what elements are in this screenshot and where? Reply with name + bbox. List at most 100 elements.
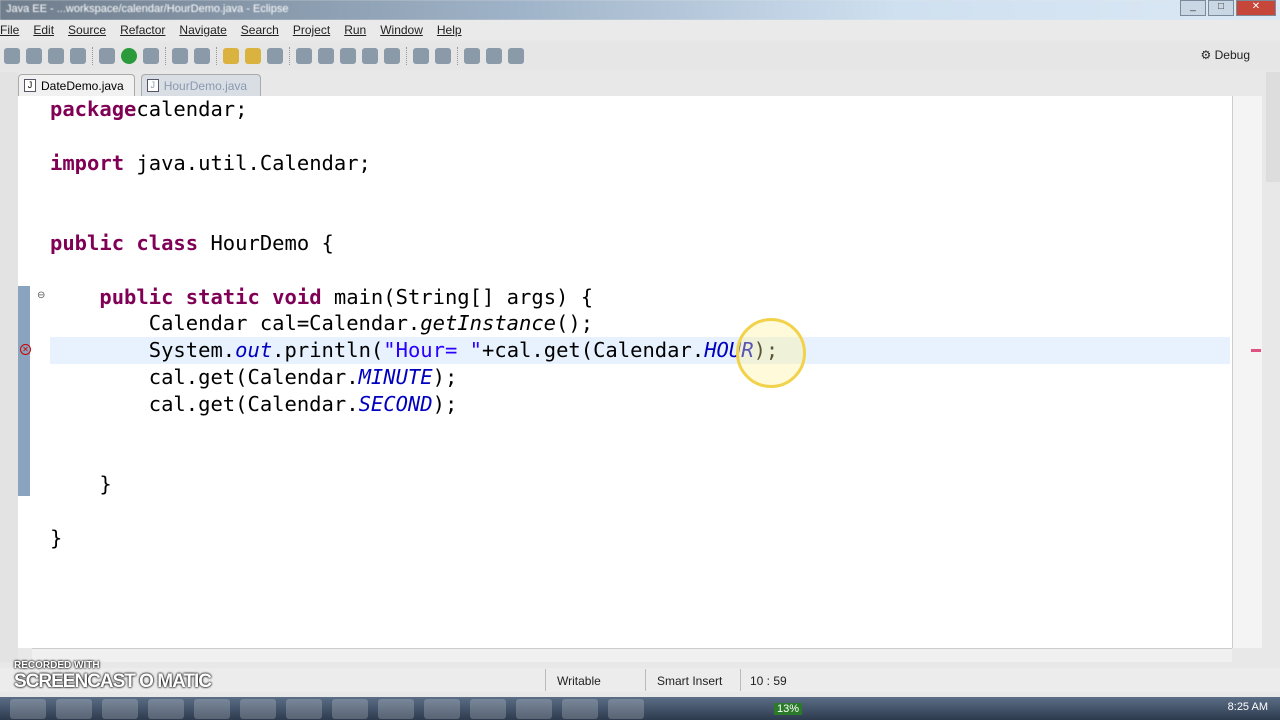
java-file-icon: J — [24, 79, 36, 92]
taskbar-app[interactable] — [286, 698, 322, 719]
code-line[interactable]: public static void main(String[] args) { — [50, 284, 1230, 311]
code-token: } — [50, 525, 63, 550]
next-annotation-icon[interactable] — [464, 48, 480, 64]
print-icon[interactable] — [70, 48, 86, 64]
code-line[interactable] — [50, 123, 1230, 150]
code-token: cal.get(Calendar. — [50, 391, 359, 416]
menu-source[interactable]: Source — [68, 23, 106, 40]
code-line[interactable]: public class HourDemo { — [50, 230, 1230, 257]
show-source-icon[interactable] — [384, 48, 400, 64]
mark-occurrences-icon[interactable] — [318, 48, 334, 64]
taskbar-eclipse[interactable] — [424, 698, 460, 719]
taskbar-acrobat[interactable] — [470, 698, 506, 719]
save-all-icon[interactable] — [48, 48, 64, 64]
debug-icon[interactable] — [99, 48, 115, 64]
screencast-watermark: RECORDED WITH SCREENCAST O MATIC — [14, 660, 212, 693]
code-line[interactable]: cal.get(Calendar.MINUTE); — [50, 364, 1230, 391]
menu-file[interactable]: File — [0, 23, 19, 40]
code-line[interactable]: Calendar cal=Calendar.getInstance(); — [50, 310, 1230, 337]
code-token: package — [50, 97, 137, 121]
code-token: public static void — [99, 284, 322, 309]
code-line[interactable]: System.out.println("Hour= "+cal.get(Cale… — [50, 337, 1230, 364]
tab-label: HourDemo.java — [163, 79, 248, 93]
minimize-button[interactable]: _ — [1180, 0, 1206, 16]
code-text[interactable]: packagecalendar; import java.util.Calend… — [50, 96, 1230, 552]
back-icon[interactable] — [486, 48, 502, 64]
new-class-icon[interactable] — [194, 48, 210, 64]
code-token: getInstance — [420, 311, 557, 336]
show-whitespace-icon[interactable] — [362, 48, 378, 64]
watermark-top: RECORDED WITH — [14, 660, 100, 671]
taskbar-app[interactable] — [148, 698, 184, 719]
code-token: HourDemo { — [198, 230, 334, 255]
taskbar-app[interactable] — [332, 698, 368, 719]
code-line[interactable] — [50, 203, 1230, 230]
code-token: (); — [556, 311, 594, 336]
fold-toggle-icon[interactable]: ⊖ — [37, 290, 45, 301]
menu-edit[interactable]: Edit — [33, 23, 54, 40]
menu-window[interactable]: Window — [380, 23, 423, 40]
taskbar-powerpoint[interactable] — [608, 698, 644, 719]
mouse-cursor-highlight — [736, 318, 806, 388]
menu-refactor[interactable]: Refactor — [120, 23, 165, 40]
taskbar-app[interactable] — [516, 698, 552, 719]
toggle-breadcrumb-icon[interactable] — [296, 48, 312, 64]
code-line[interactable]: } — [50, 471, 1230, 498]
code-editor[interactable]: packagecalendar; import java.util.Calend… — [32, 96, 1232, 648]
right-trim — [1266, 72, 1280, 182]
taskbar-chrome[interactable] — [194, 698, 230, 719]
code-token: .println( — [272, 338, 384, 363]
menu-help[interactable]: Help — [437, 23, 462, 40]
code-line[interactable]: packagecalendar; — [50, 96, 1230, 123]
system-clock[interactable]: 8:25 AM — [1228, 701, 1268, 713]
code-line[interactable] — [50, 176, 1230, 203]
new-server-icon[interactable] — [172, 48, 188, 64]
taskbar-app[interactable] — [562, 698, 598, 719]
horizontal-scrollbar[interactable] — [32, 648, 1232, 662]
watermark-brand: SCREENCAST O MATIC — [14, 671, 212, 692]
error-marker-icon[interactable]: ✕ — [20, 344, 31, 355]
battery-indicator[interactable]: 13% — [774, 702, 803, 715]
start-button[interactable] — [10, 698, 46, 719]
code-token: System. — [50, 338, 236, 363]
code-token: Calendar cal=Calendar. — [50, 311, 421, 336]
search-icon[interactable] — [267, 48, 283, 64]
pin-icon[interactable] — [435, 48, 451, 64]
tab-label: DateDemo.java — [41, 79, 124, 93]
taskbar-app[interactable] — [240, 698, 276, 719]
maximize-button[interactable]: □ — [1208, 0, 1234, 16]
code-token: ); — [432, 364, 458, 389]
code-line[interactable] — [50, 418, 1230, 445]
code-line[interactable] — [50, 257, 1230, 284]
code-token: public class — [50, 230, 199, 255]
forward-icon[interactable] — [508, 48, 524, 64]
menu-search[interactable]: Search — [241, 23, 279, 40]
external-tools-icon[interactable] — [143, 48, 159, 64]
close-button[interactable]: ✕ — [1236, 0, 1276, 16]
block-selection-icon[interactable] — [340, 48, 356, 64]
code-line[interactable]: import java.util.Calendar; — [50, 150, 1230, 177]
taskbar: 13% — [0, 697, 1280, 720]
overview-ruler[interactable] — [1232, 96, 1262, 648]
run-icon[interactable] — [121, 48, 137, 64]
code-line[interactable]: } — [50, 525, 1230, 552]
java-file-icon: J — [146, 79, 159, 92]
menu-project[interactable]: Project — [293, 23, 330, 40]
save-icon[interactable] — [26, 48, 42, 64]
taskbar-skype[interactable] — [378, 698, 414, 719]
tab-datedemo[interactable]: J DateDemo.java — [18, 74, 135, 96]
menu-run[interactable]: Run — [344, 23, 366, 40]
tab-hourdemo[interactable]: JHourDemo.java ✕ — [140, 74, 261, 107]
code-token: java.util.Calendar; — [124, 150, 371, 175]
open-type-icon[interactable] — [223, 48, 239, 64]
taskbar-ie[interactable] — [56, 698, 92, 719]
menu-navigate[interactable]: Navigate — [179, 23, 226, 40]
new-icon[interactable] — [4, 48, 20, 64]
code-line[interactable] — [50, 444, 1230, 471]
web-browser-icon[interactable] — [413, 48, 429, 64]
perspective-debug[interactable]: ⚙ Debug — [1201, 48, 1250, 62]
code-line[interactable]: cal.get(Calendar.SECOND); — [50, 391, 1230, 418]
taskbar-explorer[interactable] — [102, 698, 138, 719]
code-line[interactable] — [50, 498, 1230, 525]
open-resource-icon[interactable] — [245, 48, 261, 64]
